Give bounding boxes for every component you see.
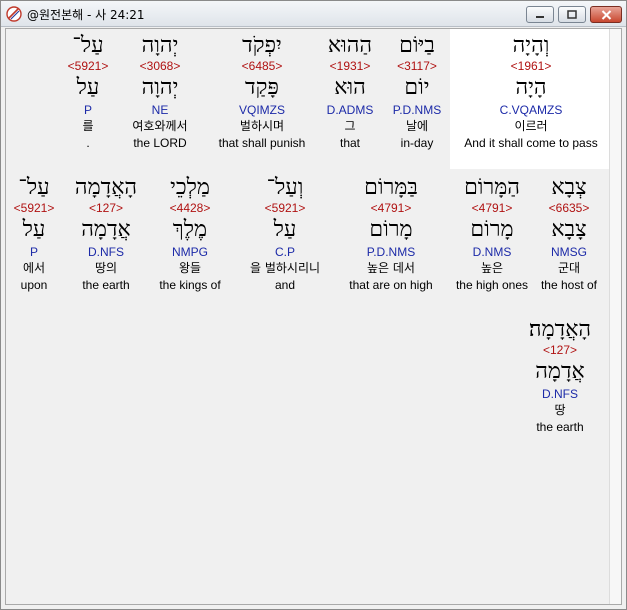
hebrew-word: הָאֲדָמָה׃ (528, 317, 592, 342)
hebrew-word: עַל־ (18, 175, 50, 200)
minimize-icon (536, 15, 544, 18)
close-icon (601, 9, 611, 20)
hebrew-lemma: עַל (22, 217, 46, 242)
hebrew-lemma: עַל (76, 75, 100, 100)
minimize-button[interactable] (526, 6, 554, 23)
interlinear-panel[interactable]: וְהָיָה <1961> הָיָה C.VQAMZS 이르러 And it shal… (5, 28, 622, 605)
korean-gloss: 땅 (554, 403, 566, 417)
word-cell[interactable]: עַל־ <5921> עַל P 에서 upon (0, 175, 114, 293)
english-gloss: . (86, 136, 90, 150)
parse-code: P (83, 103, 92, 117)
parse-code: P (29, 245, 38, 259)
strong-number: <5921> (13, 201, 55, 215)
strong-number: <127> (542, 343, 578, 357)
strong-number: <5921> (67, 59, 109, 73)
app-window: @원전본해 - 사 24:21 וְהָיָה <1961> הָיָה C.VQAM… (0, 0, 627, 610)
parse-code: D.NFS (542, 387, 578, 401)
app-logo-icon (6, 6, 22, 22)
english-gloss: the earth (536, 420, 584, 434)
hebrew-lemma: אֲדָמָה (535, 359, 585, 384)
korean-gloss: 에서 (22, 261, 46, 275)
word-cell[interactable]: עַל־ <5921> עַל P 를. (8, 33, 168, 151)
maximize-icon (567, 10, 577, 19)
korean-gloss: 를 (82, 119, 94, 133)
english-gloss: upon (20, 278, 48, 292)
word-cell[interactable]: הָאֲדָמָה׃ <127> אֲדָמָה D.NFS 땅 the earth (480, 317, 627, 435)
maximize-button[interactable] (558, 6, 586, 23)
close-button[interactable] (590, 6, 622, 23)
window-title: @원전본해 - 사 24:21 (27, 8, 145, 22)
hebrew-word: עַל־ (72, 33, 104, 58)
title-bar[interactable]: @원전본해 - 사 24:21 (1, 1, 626, 27)
